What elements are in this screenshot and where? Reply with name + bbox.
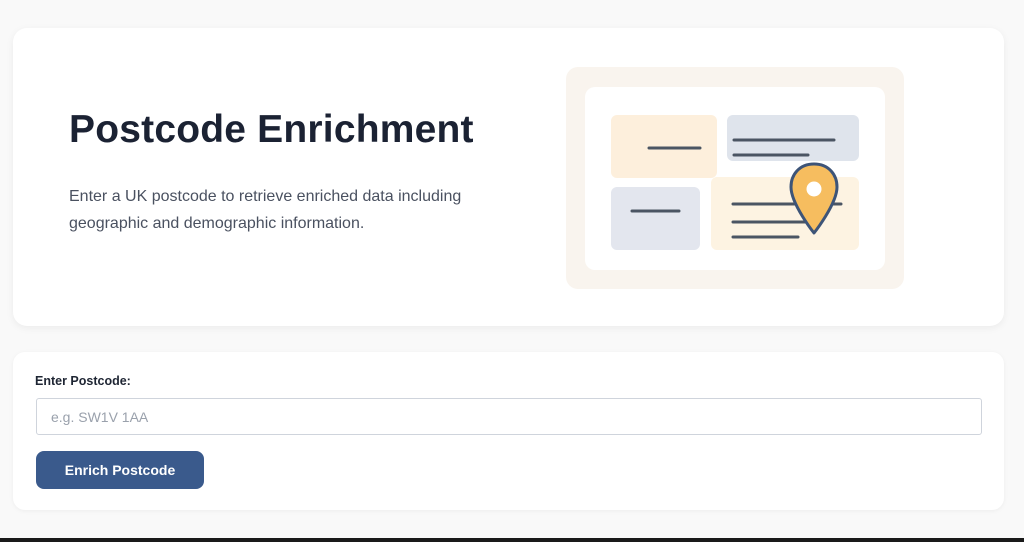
illustration-card-bl (611, 187, 700, 250)
postcode-form-card: Enter Postcode: Enrich Postcode (13, 352, 1004, 510)
enrich-postcode-button[interactable]: Enrich Postcode (36, 451, 204, 489)
bottom-edge (0, 538, 1024, 542)
postcode-input[interactable] (36, 398, 982, 435)
page: Postcode Enrichment Enter a UK postcode … (0, 0, 1024, 542)
page-description: Enter a UK postcode to retrieve enriched… (69, 188, 462, 232)
postcode-label: Enter Postcode: (35, 374, 131, 388)
hero-card: Postcode Enrichment Enter a UK postcode … (13, 28, 1004, 326)
page-title: Postcode Enrichment (69, 108, 474, 151)
postcode-illustration (566, 67, 904, 289)
